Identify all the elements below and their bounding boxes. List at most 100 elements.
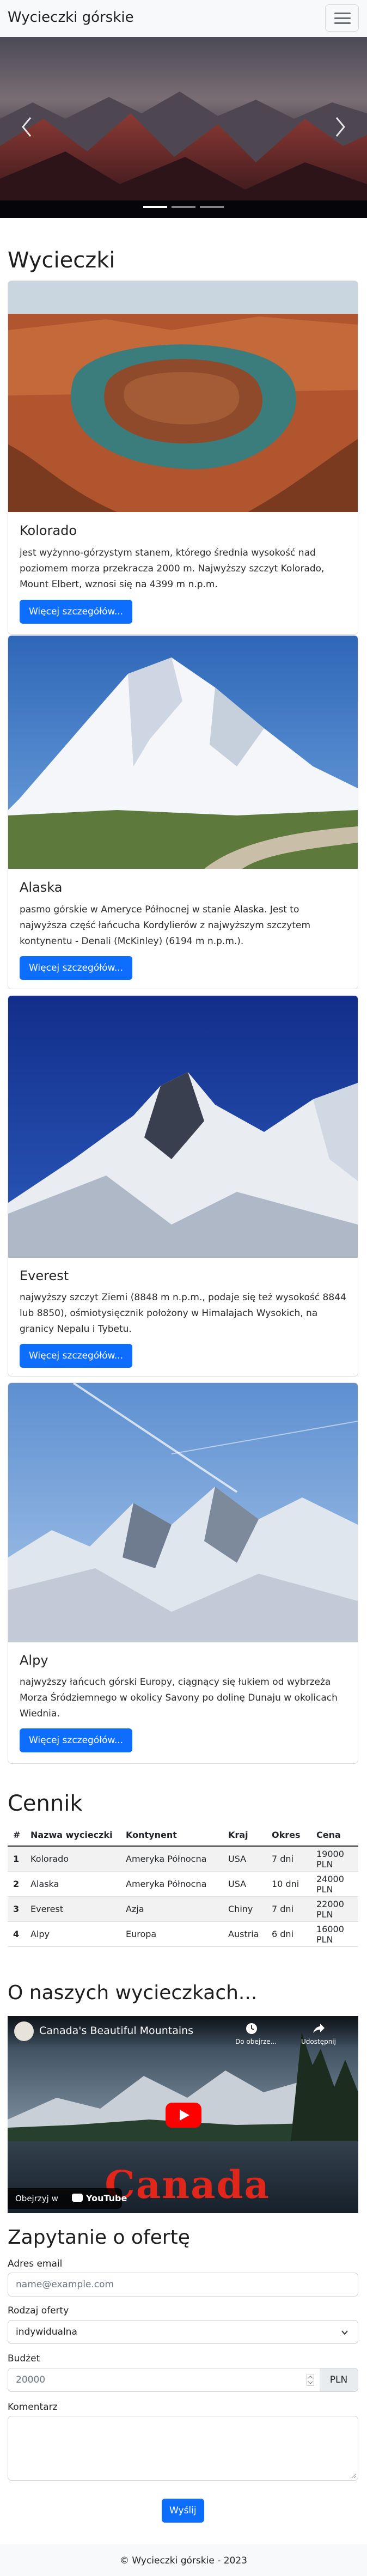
card-text: pasmo górskie w Ameryce Północnej w stan… bbox=[20, 904, 311, 947]
trip-card-alaska: Alaska pasmo górskie w Ameryce Północnej… bbox=[8, 635, 358, 989]
card-title: Kolorado bbox=[20, 523, 77, 538]
table-row: 1 Kolorado Ameryka Północna USA 7 dni 19… bbox=[8, 1846, 358, 1872]
table-header-row: # Nazwa wycieczki Kontynent Kraj Okres C… bbox=[8, 1824, 358, 1847]
row-number: 3 bbox=[8, 1896, 25, 1922]
cell-trip: Everest bbox=[25, 1896, 120, 1922]
cell-country: Chiny bbox=[223, 1896, 266, 1922]
trips-heading: Wycieczki bbox=[8, 248, 115, 273]
budget-label: Budżet bbox=[8, 2353, 40, 2364]
carousel-indicator[interactable] bbox=[143, 206, 167, 208]
column-header: Cena bbox=[311, 1824, 358, 1847]
table-row: 2 Alaska Ameryka Północna USA 10 dni 240… bbox=[8, 1871, 358, 1897]
cell-continent: Europa bbox=[120, 1921, 223, 1947]
cell-country: Austria bbox=[223, 1921, 266, 1947]
cell-price: 24000 PLN bbox=[311, 1871, 358, 1897]
carousel-indicator[interactable] bbox=[200, 206, 224, 208]
cell-price: 16000 PLN bbox=[311, 1921, 358, 1947]
card-title: Alaska bbox=[20, 880, 63, 895]
row-number: 1 bbox=[8, 1846, 25, 1872]
cell-continent: Azja bbox=[120, 1896, 223, 1922]
carousel-next-button[interactable] bbox=[332, 113, 348, 141]
share-label: Udostępnij bbox=[301, 2038, 336, 2045]
youtube-logo-icon bbox=[72, 2194, 83, 2202]
currency-addon: PLN bbox=[320, 2368, 358, 2392]
hero-carousel bbox=[0, 37, 367, 218]
cell-price: 19000 PLN bbox=[311, 1846, 358, 1872]
carousel-indicators bbox=[0, 206, 367, 209]
card-text: najwyższy szczyt Ziemi (8848 m n.p.m., p… bbox=[20, 1292, 346, 1335]
number-spinner-icon[interactable] bbox=[307, 2374, 314, 2386]
submit-button[interactable]: Wyślij bbox=[162, 2499, 204, 2523]
card-title: Alpy bbox=[20, 1653, 48, 1668]
channel-avatar[interactable] bbox=[14, 2021, 34, 2041]
offer-type-label: Rodzaj oferty bbox=[8, 2305, 69, 2316]
watch-later-label: Do obejrze... bbox=[235, 2038, 277, 2045]
hamburger-icon bbox=[334, 13, 351, 14]
carousel-indicator[interactable] bbox=[172, 206, 195, 208]
youtube-embed[interactable]: Canada's Beautiful Mountains Do obejrze.… bbox=[8, 2016, 358, 2213]
column-header: # bbox=[8, 1824, 25, 1847]
resize-handle-icon[interactable] bbox=[351, 2473, 356, 2478]
details-button[interactable]: Więcej szczegółów... bbox=[20, 1344, 133, 1368]
cell-period: 7 dni bbox=[266, 1896, 311, 1922]
carousel-prev-button[interactable] bbox=[19, 113, 35, 141]
chevron-right-icon bbox=[335, 117, 345, 137]
pricing-table: # Nazwa wycieczki Kontynent Kraj Okres C… bbox=[8, 1824, 358, 1947]
footer-text: © Wycieczki górskie - 2023 bbox=[119, 2555, 247, 2566]
cell-continent: Ameryka Północna bbox=[120, 1846, 223, 1872]
chevron-down-icon bbox=[341, 2330, 348, 2335]
pricing-heading: Cennik bbox=[8, 1791, 83, 1816]
cell-trip: Kolorado bbox=[25, 1846, 120, 1872]
cell-trip: Alaska bbox=[25, 1871, 120, 1897]
cell-period: 7 dni bbox=[266, 1846, 311, 1872]
navbar: Wycieczki górskie bbox=[0, 0, 367, 37]
comment-label: Komentarz bbox=[8, 2402, 58, 2413]
share-button[interactable]: Udostępnij bbox=[299, 2021, 338, 2045]
details-button[interactable]: Więcej szczegółów... bbox=[20, 1728, 133, 1752]
navbar-toggler[interactable] bbox=[325, 4, 359, 32]
about-heading: O naszych wycieczkach... bbox=[8, 1982, 258, 2004]
card-text: jest wyżynno-górzystym stanem, którego ś… bbox=[20, 547, 325, 590]
trip-card-alpy: Alpy najwyższy łańcuch górski Europy, ci… bbox=[8, 1383, 358, 1764]
details-button[interactable]: Więcej szczegółów... bbox=[20, 600, 133, 624]
email-label: Adres email bbox=[8, 2258, 63, 2269]
row-number: 2 bbox=[8, 1871, 25, 1897]
column-header: Kontynent bbox=[120, 1824, 223, 1847]
share-icon bbox=[313, 2024, 325, 2033]
card-image bbox=[8, 636, 358, 869]
comment-textarea[interactable] bbox=[8, 2416, 358, 2481]
details-button[interactable]: Więcej szczegółów... bbox=[20, 956, 133, 980]
trip-card-everest: Everest najwyższy szczyt Ziemi (8848 m n… bbox=[8, 995, 358, 1377]
watch-later-button[interactable]: Do obejrze... bbox=[235, 2021, 277, 2045]
trip-card-kolorado: Kolorado jest wyżynno-górzystym stanem, … bbox=[8, 281, 358, 635]
card-image bbox=[8, 281, 358, 512]
card-title: Everest bbox=[20, 1268, 69, 1283]
brand-link[interactable]: Wycieczki górskie bbox=[8, 9, 134, 26]
cell-continent: Ameryka Północna bbox=[120, 1871, 223, 1897]
table-row: 3 Everest Azja Chiny 7 dni 22000 PLN bbox=[8, 1896, 358, 1922]
inquiry-heading: Zapytanie o ofertę bbox=[8, 2226, 190, 2249]
column-header: Nazwa wycieczki bbox=[25, 1824, 120, 1847]
email-field[interactable]: name@example.com bbox=[8, 2273, 358, 2297]
watch-on-youtube-button[interactable]: Obejrzyj w YouTube bbox=[8, 2188, 127, 2209]
cell-period: 6 dni bbox=[266, 1921, 311, 1947]
cell-country: USA bbox=[223, 1871, 266, 1897]
card-image bbox=[8, 1383, 358, 1642]
column-header: Okres bbox=[266, 1824, 311, 1847]
card-image bbox=[8, 996, 358, 1258]
carousel-image bbox=[0, 37, 367, 218]
offer-type-select[interactable]: indywidualna bbox=[8, 2320, 358, 2344]
clock-icon bbox=[246, 2023, 257, 2034]
play-button[interactable] bbox=[166, 2103, 201, 2128]
chevron-left-icon bbox=[22, 117, 32, 137]
cell-period: 10 dni bbox=[266, 1871, 311, 1897]
budget-input[interactable]: 20000 bbox=[8, 2368, 320, 2392]
column-header: Kraj bbox=[223, 1824, 266, 1847]
cell-country: USA bbox=[223, 1846, 266, 1872]
cell-trip: Alpy bbox=[25, 1921, 120, 1947]
cell-price: 22000 PLN bbox=[311, 1896, 358, 1922]
card-text: najwyższy łańcuch górski Europy, ciągnąc… bbox=[20, 1677, 338, 1719]
video-title[interactable]: Canada's Beautiful Mountains bbox=[39, 2025, 193, 2037]
table-row: 4 Alpy Europa Austria 6 dni 16000 PLN bbox=[8, 1921, 358, 1947]
row-number: 4 bbox=[8, 1921, 25, 1947]
